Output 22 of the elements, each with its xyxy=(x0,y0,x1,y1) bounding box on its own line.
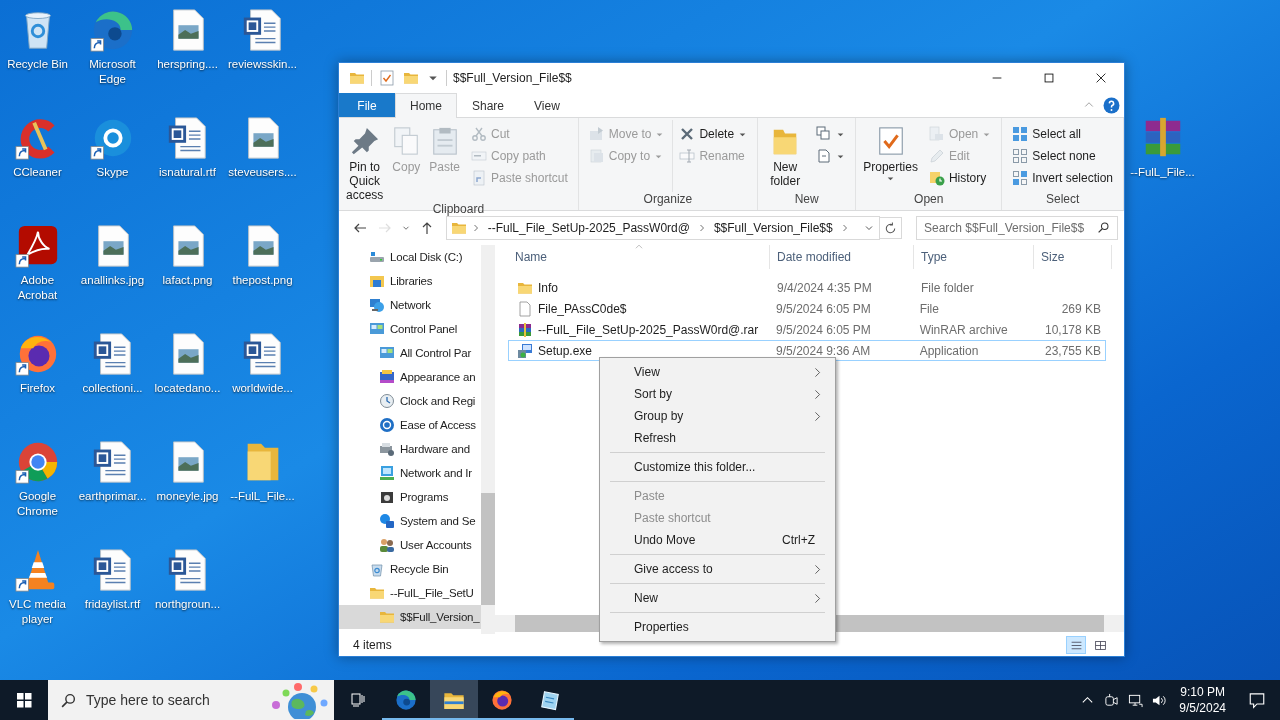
table-cell-text: File xyxy=(918,301,940,316)
table-cell-text: File folder xyxy=(920,280,975,295)
file-name: Setup.exe xyxy=(538,343,593,358)
group-label: New xyxy=(793,192,820,208)
table-cell-text: Application xyxy=(918,343,980,358)
table-cell-text: WinRAR archive xyxy=(918,322,1009,337)
file-name: --FulL_File_SetUp-2025_PassW0rd@.rar xyxy=(538,322,759,337)
file-name: File_PAssC0de$ xyxy=(538,301,627,316)
table-cell-text: 9/5/2024 9:36 AM xyxy=(775,343,872,358)
item-count: 4 items xyxy=(353,638,392,652)
file-name: Info xyxy=(538,280,558,295)
table-cell-text: 9/5/2024 6:05 PM xyxy=(775,301,872,316)
group-label: Open xyxy=(913,192,945,208)
window-title: $$Full_Version_File$$ xyxy=(453,71,572,85)
group-label: Select xyxy=(1044,192,1081,208)
group-label: Clipboard xyxy=(431,202,486,216)
table-cell-text: 269 KB xyxy=(1060,301,1102,316)
table-cell-text: 9/5/2024 6:05 PM xyxy=(775,322,872,337)
group-label: Organize xyxy=(642,192,694,208)
table-cell-text: 23,755 KB xyxy=(1043,343,1102,358)
table-cell-text: 10,178 KB xyxy=(1043,322,1102,337)
table-cell-text: 9/4/2024 4:35 PM xyxy=(776,280,873,295)
